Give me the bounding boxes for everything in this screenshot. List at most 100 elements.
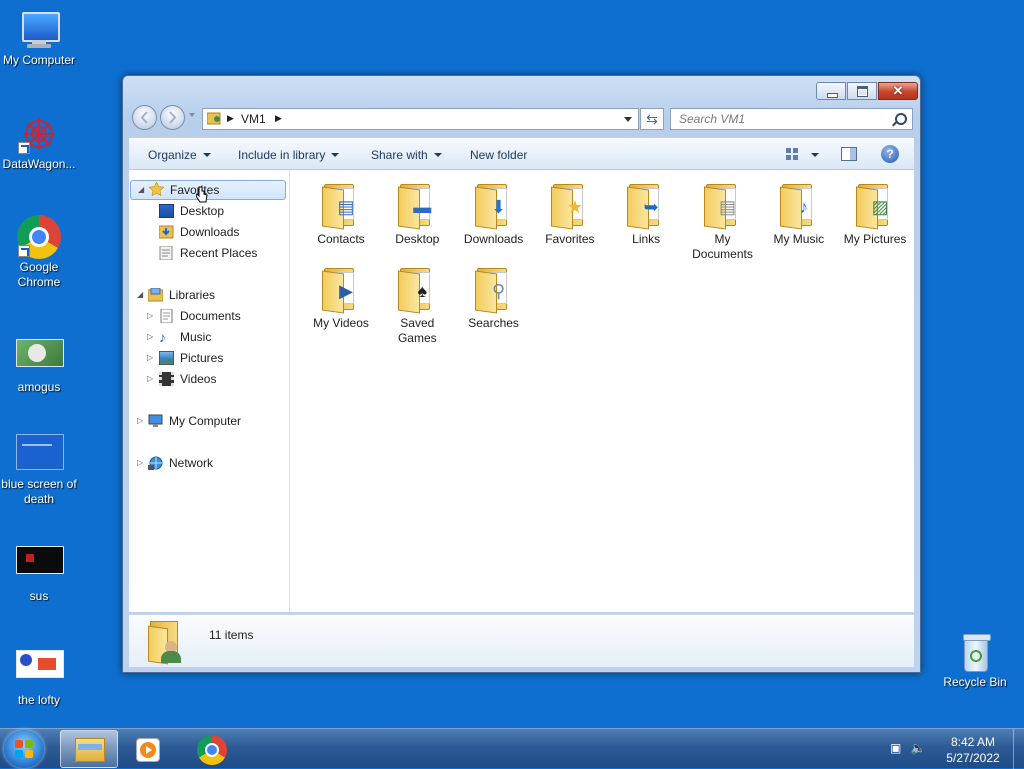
- desktop-icon-my-computer[interactable]: My Computer: [0, 10, 78, 68]
- desktop-icon-label: Google Chrome: [17, 260, 61, 289]
- refresh-button[interactable]: ⇆: [640, 108, 664, 130]
- pictures-icon: [159, 351, 174, 365]
- forward-arrow-icon: [169, 111, 177, 124]
- user-folder-icon: [147, 619, 189, 665]
- chevron-down-icon: [331, 153, 340, 157]
- desktop-icon: [159, 204, 174, 218]
- collapsed-arrow-icon[interactable]: ▷: [147, 348, 153, 368]
- collapsed-arrow-icon[interactable]: ▷: [147, 327, 153, 347]
- folder-item[interactable]: ▤ My Documents: [687, 182, 759, 262]
- maximize-button[interactable]: [847, 82, 877, 100]
- windows-logo-icon: [15, 740, 33, 758]
- help-icon[interactable]: ?: [881, 145, 899, 163]
- clock-date: 5/27/2022: [946, 751, 1000, 765]
- close-button[interactable]: [878, 82, 918, 100]
- folder-item[interactable]: ▬ Desktop: [381, 182, 453, 247]
- recent-pages-dropdown[interactable]: [189, 113, 195, 117]
- image-thumbnail-icon: [16, 337, 64, 377]
- desktop-icon-google-chrome[interactable]: Google Chrome: [0, 215, 78, 290]
- taskbar-explorer-button[interactable]: [60, 730, 118, 768]
- view-options-dropdown[interactable]: [811, 153, 819, 157]
- volume-icon[interactable]: 🔈: [911, 741, 926, 755]
- chrome-icon: [16, 215, 62, 259]
- include-in-library-menu[interactable]: Include in library: [238, 148, 340, 162]
- desktop-icon-sus[interactable]: sus: [0, 546, 78, 604]
- collapsed-arrow-icon[interactable]: ▷: [137, 453, 143, 473]
- expand-arrow-icon[interactable]: ◢: [138, 181, 144, 199]
- folder-label: Saved Games: [397, 316, 437, 345]
- nav-item-favorites[interactable]: ◢ Favorites: [130, 180, 286, 200]
- folder-item[interactable]: ▨ My Pictures: [839, 182, 911, 247]
- chevron-down-icon: [433, 153, 442, 157]
- documents-folder-icon: ▤: [702, 182, 744, 230]
- computer-icon: [148, 414, 163, 427]
- pictures-folder-icon: ▨: [854, 182, 896, 230]
- recent-places-icon: [159, 246, 173, 260]
- forward-button[interactable]: [160, 105, 185, 130]
- search-placeholder: Search VM1: [679, 112, 746, 126]
- desktop-icon-label: sus: [29, 589, 49, 603]
- folder-label: Desktop: [395, 232, 440, 246]
- show-desktop-button[interactable]: [1013, 729, 1024, 769]
- clock[interactable]: 8:42 AM 5/27/2022: [938, 734, 1008, 766]
- back-button[interactable]: [132, 105, 157, 130]
- videos-folder-icon: ▶: [320, 266, 362, 314]
- image-thumbnail-icon: [16, 650, 64, 690]
- downloads-icon: [159, 225, 174, 239]
- new-folder-button[interactable]: New folder: [470, 148, 527, 162]
- desktop-icon-datawagon[interactable]: DataWagon...: [0, 114, 78, 172]
- taskbar-chrome-button[interactable]: [182, 730, 240, 768]
- image-thumbnail-icon: [16, 434, 64, 474]
- music-folder-icon: ♪: [778, 182, 820, 230]
- share-with-menu[interactable]: Share with: [371, 148, 442, 162]
- folder-label: Favorites: [545, 232, 595, 246]
- chrome-icon: [197, 735, 227, 765]
- desktop-icon-the-lofty[interactable]: the lofty: [0, 650, 78, 708]
- preview-pane-icon[interactable]: [841, 147, 857, 161]
- computer-icon: [16, 10, 62, 50]
- organize-menu[interactable]: Organize: [148, 148, 211, 162]
- collapsed-arrow-icon[interactable]: ▷: [147, 306, 153, 326]
- search-input[interactable]: Search VM1: [670, 108, 913, 130]
- breadcrumb-separator-icon[interactable]: ▶: [275, 113, 282, 124]
- breadcrumb-vm1[interactable]: VM1: [241, 112, 266, 126]
- folder-item[interactable]: ♠ Saved Games: [381, 266, 453, 346]
- contacts-folder-icon: ▤: [320, 182, 362, 230]
- folder-item[interactable]: ⚲ Searches: [458, 266, 530, 331]
- desktop-icon-label: blue screen of death: [1, 477, 77, 506]
- explorer-folder-icon: [75, 738, 105, 762]
- desktop-icon-label: My Computer: [2, 53, 76, 67]
- folder-item[interactable]: ⬇ Downloads: [458, 182, 530, 247]
- address-bar[interactable]: ▶ VM1 ▶: [202, 108, 639, 130]
- folder-item[interactable]: ➥ Links: [610, 182, 682, 247]
- folder-label: Downloads: [463, 232, 524, 246]
- hand-cursor-icon: [196, 186, 208, 203]
- start-button[interactable]: [4, 730, 44, 768]
- image-thumbnail-icon: [16, 546, 64, 586]
- folder-item[interactable]: ▤ Contacts: [305, 182, 377, 247]
- folder-label: My Documents: [692, 232, 753, 261]
- folder-label: Links: [632, 232, 661, 246]
- minimize-button[interactable]: [816, 82, 846, 100]
- folder-item[interactable]: ★ Favorites: [534, 182, 606, 247]
- taskbar-media-player-button[interactable]: [120, 730, 178, 768]
- explorer-window[interactable]: ▶ VM1 ▶ ⇆ Search VM1 Organize Include in…: [122, 75, 921, 673]
- folder-item[interactable]: ▶ My Videos: [305, 266, 377, 331]
- folder-label: My Pictures: [843, 232, 907, 246]
- desktop-icon-label: Recycle Bin: [943, 675, 1007, 689]
- chevron-down-icon: [202, 153, 211, 157]
- breadcrumb-separator-icon: ▶: [227, 113, 234, 123]
- desktop-icon-blue-screen[interactable]: blue screen of death: [0, 434, 78, 507]
- collapsed-arrow-icon[interactable]: ▷: [137, 411, 143, 431]
- desktop-icon-amogus[interactable]: amogus: [0, 337, 78, 395]
- collapsed-arrow-icon[interactable]: ▷: [147, 369, 153, 389]
- desktop-icon-recycle-bin[interactable]: Recycle Bin: [936, 632, 1014, 690]
- change-view-icon[interactable]: [786, 148, 799, 161]
- network-tray-icon[interactable]: ▣: [890, 741, 901, 755]
- desktop-icon-label: the lofty: [17, 693, 61, 707]
- folder-item[interactable]: ♪ My Music: [763, 182, 835, 247]
- address-dropdown-icon[interactable]: [624, 117, 632, 122]
- user-folder-icon: [207, 112, 221, 125]
- expand-arrow-icon[interactable]: ◢: [137, 285, 143, 305]
- search-icon[interactable]: [895, 113, 907, 125]
